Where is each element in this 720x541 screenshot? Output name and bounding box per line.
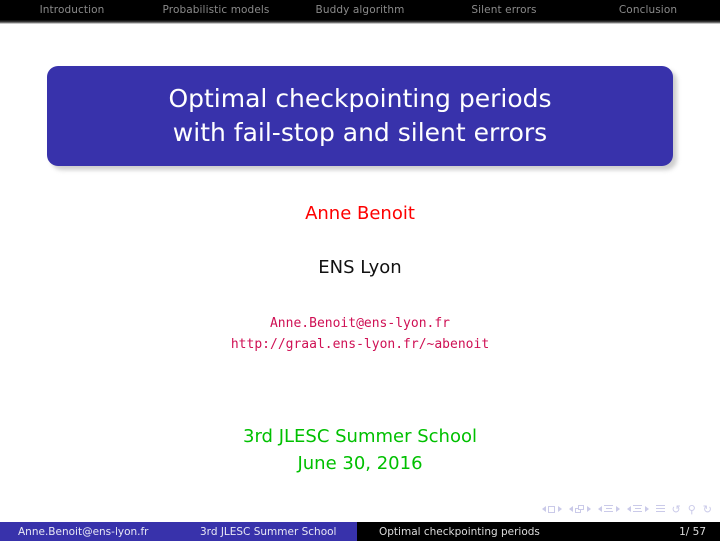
next-section-icon[interactable]	[644, 506, 649, 512]
contact-homepage-url[interactable]: http://graal.ens-lyon.fr/~abenoit	[0, 334, 720, 355]
event-name: 3rd JLESC Summer School	[243, 426, 477, 447]
slide-square-icon	[548, 505, 555, 513]
slide-root: Introduction Probabilistic models Buddy …	[0, 0, 720, 541]
footer-page-number: 1/ 57	[679, 522, 720, 541]
previous-section-icon[interactable]	[626, 506, 631, 512]
page-title-line-2: with fail-stop and silent errors	[172, 118, 548, 147]
event-block: 3rd JLESC Summer School June 30, 2016	[0, 423, 720, 477]
nav-section-silent-errors[interactable]: Silent errors	[432, 4, 576, 16]
previous-subsection-icon[interactable]	[597, 506, 602, 512]
section-bars-icon	[633, 504, 642, 514]
next-frame-icon[interactable]	[586, 506, 591, 512]
subsection-bars-icon	[604, 504, 613, 514]
nav-section-conclusion[interactable]: Conclusion	[576, 4, 720, 16]
institute-name: ENS Lyon	[318, 257, 402, 278]
footer-bar: Anne.Benoit@ens-lyon.fr 3rd JLESC Summer…	[0, 522, 720, 541]
event-date: June 30, 2016	[297, 453, 423, 474]
back-icon[interactable]: ↺	[672, 504, 681, 515]
document-bars-icon	[655, 504, 665, 514]
search-icon[interactable]: ⚲	[688, 504, 696, 515]
section-navigation-bar: Introduction Probabilistic models Buddy …	[0, 0, 720, 20]
contact-email[interactable]: Anne.Benoit@ens-lyon.fr	[0, 313, 720, 334]
previous-slide-icon[interactable]	[541, 506, 546, 512]
next-slide-icon[interactable]	[557, 506, 562, 512]
previous-frame-icon[interactable]	[568, 506, 573, 512]
next-subsection-icon[interactable]	[615, 506, 620, 512]
title-block: Optimal checkpointing periods with fail-…	[47, 66, 673, 166]
document-navigation-icon[interactable]	[655, 504, 665, 514]
title-block-container: Optimal checkpointing periods with fail-…	[47, 66, 677, 170]
navigation-bar-fade	[0, 20, 720, 24]
section-navigation-icon[interactable]	[626, 504, 649, 514]
nav-section-buddy-algorithm[interactable]: Buddy algorithm	[288, 4, 432, 16]
footer-title: Optimal checkpointing periods	[357, 522, 680, 541]
frame-navigation-icon[interactable]	[568, 505, 591, 513]
page-title-line-1: Optimal checkpointing periods	[168, 84, 552, 113]
subsection-navigation-icon[interactable]	[597, 504, 620, 514]
frame-stack-icon	[575, 505, 584, 513]
slide-navigation-icon[interactable]	[541, 505, 562, 513]
nav-section-introduction[interactable]: Introduction	[0, 4, 144, 16]
nav-section-probabilistic-models[interactable]: Probabilistic models	[144, 4, 288, 16]
footer-author: Anne.Benoit@ens-lyon.fr	[0, 522, 178, 541]
author-name: Anne Benoit	[305, 203, 415, 224]
contact-block: Anne.Benoit@ens-lyon.fr http://graal.ens…	[0, 313, 720, 355]
beamer-navigation-symbols: ↺ ⚲ ↻	[541, 502, 712, 516]
footer-event: 3rd JLESC Summer School	[178, 522, 357, 541]
forward-icon[interactable]: ↻	[703, 504, 712, 515]
